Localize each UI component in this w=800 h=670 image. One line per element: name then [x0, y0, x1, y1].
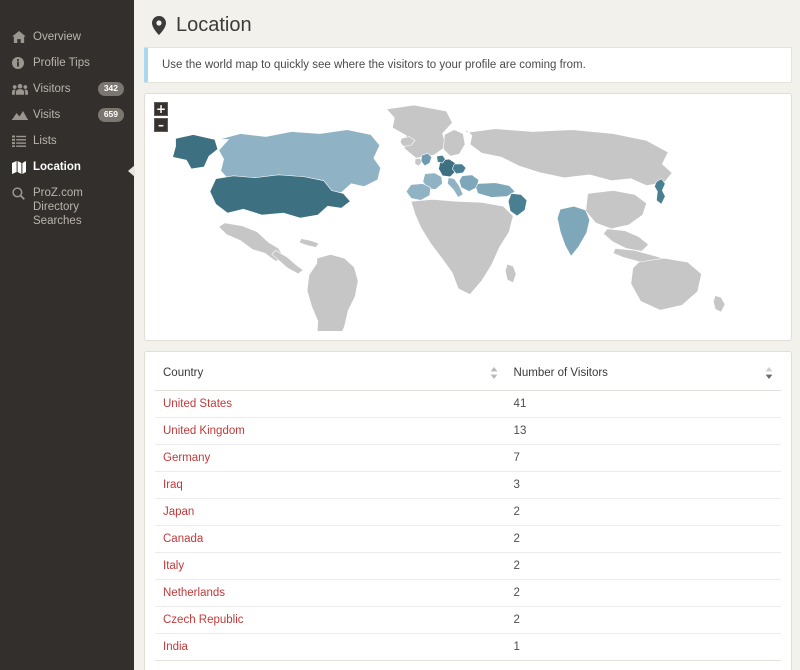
info-alert: Use the world map to quickly see where t… [144, 47, 792, 83]
sidebar-item-label: Visitors [33, 83, 71, 95]
sidebar-item-proz-directory-searches[interactable]: ProZ.com Directory Searches [0, 180, 134, 234]
table-cell-country: United Kingdom [155, 417, 506, 445]
country-link[interactable]: Italy [163, 560, 184, 572]
country-link[interactable]: Iraq [163, 479, 183, 491]
info-alert-text: Use the world map to quickly see where t… [162, 59, 586, 71]
table-row[interactable]: Canada 2 [155, 525, 781, 553]
table-footer: Showing 1 to 10 of 17 entries Previous 1… [155, 661, 781, 670]
table-cell-visitors: 1 [505, 633, 781, 661]
list-icon [12, 135, 28, 147]
table-row[interactable]: Netherlands 2 [155, 579, 781, 607]
map-zoom-in-button[interactable]: + [154, 102, 168, 116]
sidebar-item-label: Location [33, 161, 81, 173]
country-link[interactable]: United Kingdom [163, 425, 245, 437]
users-icon [12, 83, 28, 95]
sidebar-item-overview[interactable]: Overview [0, 24, 134, 50]
table-header-country-label: Country [163, 367, 204, 379]
sidebar-item-label: ProZ.com Directory Searches [33, 187, 83, 227]
table-row[interactable]: United Kingdom 13 [155, 417, 781, 445]
map-zoom-controls: + – [154, 102, 168, 134]
country-link[interactable]: India [163, 641, 188, 653]
sort-icon-visitors[interactable] [765, 367, 773, 382]
country-link[interactable]: Czech Republic [163, 614, 244, 626]
map-icon [12, 161, 28, 174]
table-cell-country: Czech Republic [155, 606, 506, 634]
table-cell-country: United States [155, 390, 506, 418]
country-link[interactable]: Netherlands [163, 587, 225, 599]
table-head: Country Number of Visitors [155, 362, 781, 391]
sidebar-item-label: Profile Tips [33, 57, 90, 69]
table-cell-visitors: 41 [505, 390, 781, 418]
table-row[interactable]: Italy 2 [155, 552, 781, 580]
sidebar-item-visits[interactable]: Visits 659 [0, 102, 134, 128]
search-icon [12, 187, 28, 200]
table-cell-visitors: 2 [505, 606, 781, 634]
map-panel: + – [144, 93, 792, 341]
table-header-country[interactable]: Country [155, 362, 506, 391]
sidebar-badge-visits: 659 [97, 108, 124, 122]
sidebar-item-label: Visits [33, 109, 61, 121]
table-cell-country: Netherlands [155, 579, 506, 607]
table-header-visitors[interactable]: Number of Visitors [505, 362, 781, 391]
map-zoom-out-button[interactable]: – [154, 118, 168, 132]
app-root: Overview Profile Tips Visitors 342 Visit… [0, 0, 800, 670]
table-cell-visitors: 7 [505, 444, 781, 472]
table-row[interactable]: India 1 [155, 633, 781, 661]
table-body: United States 41 United Kingdom 13 Germa… [155, 390, 781, 661]
sort-icon-country[interactable] [490, 367, 498, 382]
active-indicator-arrow [128, 165, 135, 177]
country-link[interactable]: Japan [163, 506, 194, 518]
sidebar-item-label: Overview [33, 31, 81, 43]
sidebar-item-profile-tips[interactable]: Profile Tips [0, 50, 134, 76]
table-cell-country: Canada [155, 525, 506, 553]
sidebar-item-visitors[interactable]: Visitors 342 [0, 76, 134, 102]
table-cell-visitors: 2 [505, 498, 781, 526]
page-title-text: Location [176, 14, 252, 36]
sidebar-item-lists[interactable]: Lists [0, 128, 134, 154]
page-title: Location [144, 10, 792, 47]
table-cell-country: Iraq [155, 471, 506, 499]
country-table-panel: Country Number of Visitors United States… [144, 351, 792, 670]
sidebar: Overview Profile Tips Visitors 342 Visit… [0, 0, 135, 670]
sidebar-item-label: Lists [33, 135, 57, 147]
map-pin-icon [152, 16, 166, 35]
country-link[interactable]: Germany [163, 452, 210, 464]
table-cell-visitors: 2 [505, 552, 781, 580]
sidebar-badge-visitors: 342 [97, 82, 124, 96]
table-row[interactable]: Japan 2 [155, 498, 781, 526]
world-map[interactable] [154, 103, 782, 331]
country-link[interactable]: United States [163, 398, 232, 410]
world-map-svg[interactable] [154, 103, 782, 331]
table-cell-visitors: 13 [505, 417, 781, 445]
country-visitors-table: Country Number of Visitors United States… [155, 362, 781, 661]
table-cell-country: Italy [155, 552, 506, 580]
sidebar-item-location[interactable]: Location [0, 154, 135, 180]
table-row[interactable]: United States 41 [155, 390, 781, 418]
country-link[interactable]: Canada [163, 533, 203, 545]
table-cell-visitors: 2 [505, 579, 781, 607]
table-header-visitors-label: Number of Visitors [513, 367, 608, 379]
table-row[interactable]: Iraq 3 [155, 471, 781, 499]
main-content: Location Use the world map to quickly se… [134, 0, 800, 670]
table-row[interactable]: Germany 7 [155, 444, 781, 472]
table-header-row: Country Number of Visitors [155, 362, 781, 391]
table-cell-country: Japan [155, 498, 506, 526]
info-icon [12, 57, 28, 69]
table-row[interactable]: Czech Republic 2 [155, 606, 781, 634]
chart-icon [12, 109, 28, 120]
table-cell-country: India [155, 633, 506, 661]
home-icon [12, 31, 28, 43]
table-cell-country: Germany [155, 444, 506, 472]
table-cell-visitors: 3 [505, 471, 781, 499]
table-cell-visitors: 2 [505, 525, 781, 553]
